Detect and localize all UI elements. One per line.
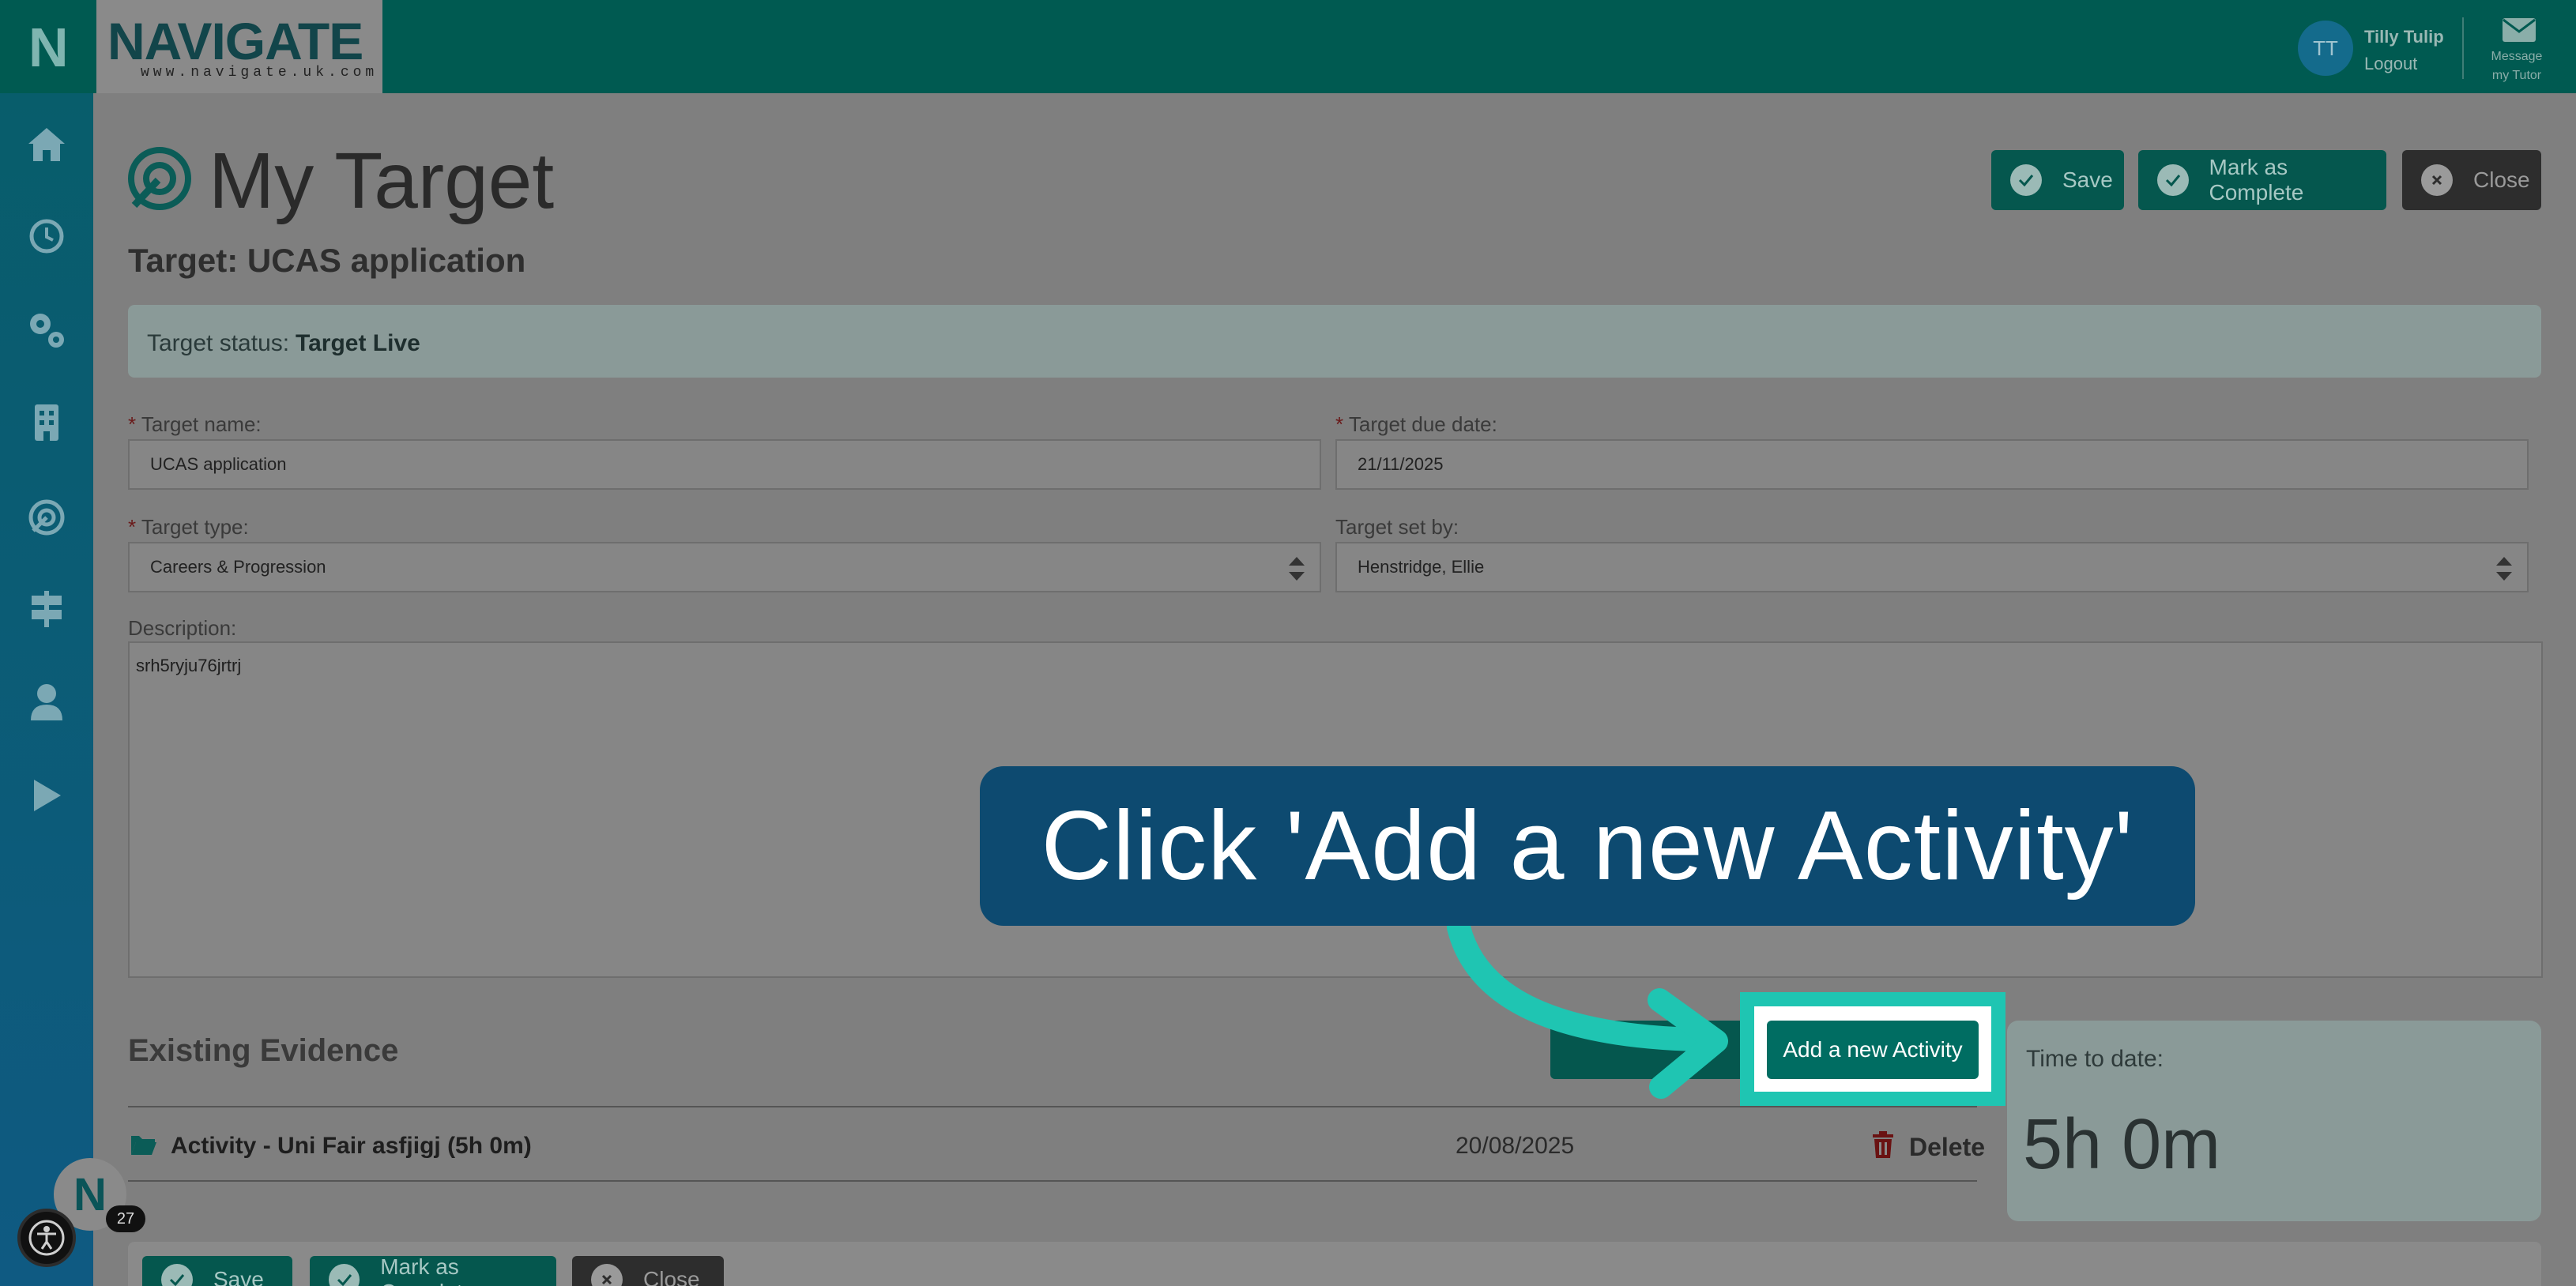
time-value: 5h 0m [2023, 1105, 2221, 1184]
description-value: srh5ryju76jrtrj [136, 656, 242, 675]
close-label: Close [2473, 167, 2530, 192]
check-icon [161, 1264, 193, 1286]
play-icon[interactable] [24, 773, 70, 818]
evidence-item-title[interactable]: Activity - Uni Fair asfjigj (5h 0m) [171, 1133, 532, 1160]
target-name-field[interactable]: UCAS application [128, 439, 1321, 490]
target-name-label: * Target name: [128, 412, 262, 436]
status-panel [128, 305, 2541, 378]
description-label: Description: [128, 616, 237, 640]
trash-icon[interactable] [1871, 1131, 1895, 1160]
target-type-value: Careers & Progression [150, 557, 326, 577]
mark-complete-label: Mark as Complete [380, 1254, 475, 1286]
notification-badge: 27 [106, 1205, 145, 1232]
logo-url: www.navigate.uk.com [141, 65, 378, 81]
signpost-icon[interactable] [24, 586, 70, 632]
gears-icon[interactable] [24, 306, 70, 352]
user-icon[interactable] [24, 679, 70, 725]
close-button[interactable]: Close [2402, 150, 2541, 210]
logout-link[interactable]: Logout [2364, 54, 2417, 74]
status-badge: Target Live [296, 330, 420, 356]
accessibility-icon [28, 1220, 65, 1256]
avatar[interactable]: TT [2298, 21, 2353, 76]
close-button-bottom[interactable]: Close [572, 1256, 724, 1286]
tutorial-callout: Click 'Add a new Activity' [980, 766, 2195, 926]
logo-text: NAVIGATE [107, 12, 363, 70]
envelope-icon[interactable] [2502, 17, 2536, 43]
target-heading: Target: UCAS application [128, 242, 526, 279]
evidence-item-date: 20/08/2025 [1456, 1133, 1575, 1159]
logo[interactable]: NAVIGATE www.navigate.uk.com [96, 0, 382, 93]
mark-complete-label: Mark as Complete [2209, 155, 2304, 205]
close-icon [2421, 164, 2453, 196]
save-label: Save [213, 1267, 264, 1286]
divider [128, 1180, 1977, 1182]
mark-complete-button[interactable]: Mark as Complete [2138, 150, 2386, 210]
top-bar: N NAVIGATE www.navigate.uk.com TT Tilly … [0, 0, 2576, 93]
save-button-bottom[interactable]: Save [142, 1256, 292, 1286]
message-tutor-link[interactable]: Message my Tutor [2481, 47, 2552, 85]
set-by-value: Henstridge, Ellie [1358, 557, 1485, 577]
user-name: Tilly Tulip [2364, 27, 2444, 47]
page-title: My Target [209, 137, 555, 225]
due-date-field[interactable]: 21/11/2025 [1335, 439, 2529, 490]
header-divider [2462, 17, 2464, 79]
add-activity-button[interactable]: Add a new Activity [1767, 1021, 1979, 1079]
accessibility-button[interactable] [17, 1209, 76, 1267]
brand-mark[interactable]: N [28, 16, 69, 79]
target-icon [128, 147, 191, 210]
building-icon[interactable] [24, 400, 70, 446]
delete-button[interactable]: Delete [1909, 1133, 1985, 1162]
sidebar [0, 93, 93, 1286]
close-label: Close [643, 1267, 700, 1286]
sort-arrows-icon [2496, 557, 2512, 581]
target-icon[interactable] [24, 494, 70, 540]
clock-icon[interactable] [24, 213, 70, 259]
check-icon [2010, 164, 2042, 196]
sort-arrows-icon [1289, 557, 1305, 581]
check-icon [2157, 164, 2189, 196]
target-type-label: * Target type: [128, 515, 249, 539]
save-button[interactable]: Save [1991, 150, 2124, 210]
time-label: Time to date: [2026, 1046, 2164, 1072]
save-label: Save [2062, 167, 2113, 192]
home-icon[interactable] [24, 122, 70, 167]
target-type-select[interactable]: Careers & Progression [128, 542, 1321, 592]
mark-complete-button-bottom[interactable]: Mark as Complete [310, 1254, 556, 1286]
set-by-label: Target set by: [1335, 515, 1459, 539]
folder-icon [131, 1136, 156, 1155]
section-title: Existing Evidence [128, 1033, 399, 1068]
set-by-select[interactable]: Henstridge, Ellie [1335, 542, 2529, 592]
close-icon [591, 1264, 623, 1286]
status-label: Target status: [147, 330, 290, 356]
check-icon [329, 1264, 360, 1286]
callout-arrow-icon [1447, 916, 1728, 1099]
due-date-label: * Target due date: [1335, 412, 1497, 436]
